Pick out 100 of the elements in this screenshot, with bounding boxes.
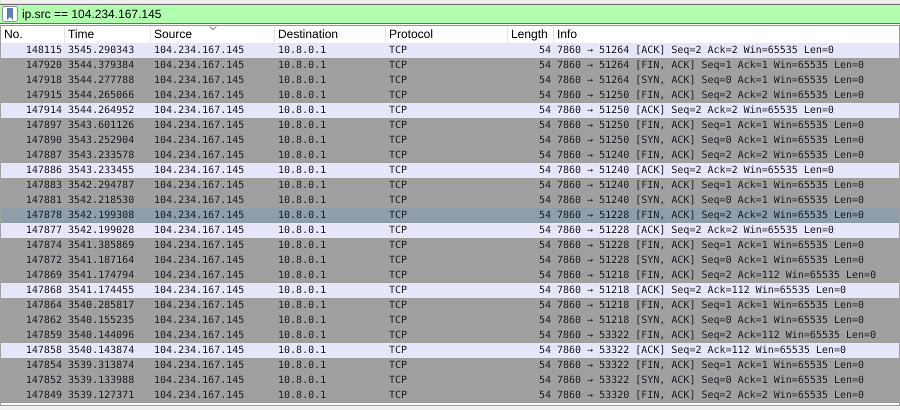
table-cell: TCP xyxy=(389,195,408,206)
packet-row[interactable]: 147874 3541.385869 104.234.167.145 10.8.0.1 TCP 54 7860 → 51228 [FIN, ACK] Seq=1 Ack=1 Win=65535 Len=0 xyxy=(1,238,899,253)
table-cell: 147878 xyxy=(26,210,62,221)
table-cell: 3544.265066 xyxy=(68,90,134,101)
packet-row[interactable]: 147859 3540.144096 104.234.167.145 10.8.0.1 TCP 54 7860 → 53322 [FIN, ACK] Seq=2 Ack=112 Win=65535 Len=0 xyxy=(1,328,899,343)
table-cell: 54 xyxy=(538,165,551,176)
table-cell: 3543.252904 xyxy=(68,135,134,146)
packet-row[interactable]: 147887 3543.233578 104.234.167.145 10.8.0.1 TCP 54 7860 → 51240 [FIN, ACK] Seq=2 Ack=2 Win=65535 Len=0 xyxy=(1,148,899,163)
table-cell: TCP xyxy=(389,105,408,116)
table-cell: TCP xyxy=(389,45,408,56)
table-cell: TCP xyxy=(389,285,408,296)
table-cell: 10.8.0.1 xyxy=(278,195,326,206)
table-cell: 147897 xyxy=(26,120,62,131)
packet-row[interactable]: 147858 3540.143874 104.234.167.145 10.8.0.1 TCP 54 7860 → 53322 [ACK] Seq=2 Ack=112 Win=65535 Len=0 xyxy=(1,343,899,358)
table-cell: 104.234.167.145 xyxy=(154,150,244,161)
table-cell: 10.8.0.1 xyxy=(278,315,326,326)
table-cell: TCP xyxy=(389,390,408,401)
table-cell: 147920 xyxy=(26,60,62,71)
table-cell: 147877 xyxy=(26,225,62,236)
packet-row[interactable]: 147852 3539.133988 104.234.167.145 10.8.0.1 TCP 54 7860 → 53322 [SYN, ACK] Seq=0 Ack=1 Win=65535 Len=0 xyxy=(1,373,899,388)
table-cell: 3545.290343 xyxy=(68,45,134,56)
table-cell: 10.8.0.1 xyxy=(278,150,326,161)
table-cell: 147864 xyxy=(26,300,62,311)
table-cell: 10.8.0.1 xyxy=(278,90,326,101)
table-cell: 7860 → 51228 [ACK] Seq=2 Ack=2 Win=65535 Len=0 xyxy=(557,225,834,236)
packet-row[interactable]: 147862 3540.155235 104.234.167.145 10.8.0.1 TCP 54 7860 → 51218 [SYN, ACK] Seq=0 Ack=1 Win=65535 Len=0 xyxy=(1,313,899,328)
table-cell: 7860 → 51250 [ACK] Seq=2 Ack=2 Win=65535 Len=0 xyxy=(557,105,834,116)
table-cell: 148115 xyxy=(26,45,62,56)
table-cell: 54 xyxy=(538,210,551,221)
packet-row[interactable]: 147918 3544.277788 104.234.167.145 10.8.0.1 TCP 54 7860 → 51264 [SYN, ACK] Seq=0 Ack=1 Win=65535 Len=0 xyxy=(1,73,899,88)
packet-row[interactable]: 147881 3542.218530 104.234.167.145 10.8.0.1 TCP 54 7860 → 51240 [SYN, ACK] Seq=0 Ack=1 Win=65535 Len=0 xyxy=(1,193,899,208)
table-cell: 104.234.167.145 xyxy=(154,105,244,116)
table-cell: 10.8.0.1 xyxy=(278,210,326,221)
table-cell: TCP xyxy=(389,60,408,71)
packet-row[interactable]: 147872 3541.187164 104.234.167.145 10.8.0.1 TCP 54 7860 → 51228 [SYN, ACK] Seq=0 Ack=1 Win=65535 Len=0 xyxy=(1,253,899,268)
table-cell: 7860 → 51218 [FIN, ACK] Seq=2 Ack=112 Win=65535 Len=0 xyxy=(557,270,876,281)
table-cell: 104.234.167.145 xyxy=(154,270,244,281)
packet-row[interactable]: 147915 3544.265066 104.234.167.145 10.8.0.1 TCP 54 7860 → 51250 [FIN, ACK] Seq=2 Ack=2 Win=65535 Len=0 xyxy=(1,88,899,103)
table-cell: 10.8.0.1 xyxy=(278,285,326,296)
table-cell: 104.234.167.145 xyxy=(154,60,244,71)
table-cell: 54 xyxy=(538,225,551,236)
table-cell: TCP xyxy=(389,330,408,341)
table-cell: 7860 → 51240 [ACK] Seq=2 Ack=2 Win=65535 Len=0 xyxy=(557,165,834,176)
packet-row[interactable]: 147897 3543.601126 104.234.167.145 10.8.0.1 TCP 54 7860 → 51250 [FIN, ACK] Seq=1 Ack=1 Win=65535 Len=0 xyxy=(1,118,899,133)
table-cell: TCP xyxy=(389,360,408,371)
packet-row[interactable]: 147878 3542.199308 104.234.167.145 10.8.0.1 TCP 54 7860 → 51228 [FIN, ACK] Seq=2 Ack=2 Win=65535 Len=0 xyxy=(1,208,899,223)
table-cell: TCP xyxy=(389,315,408,326)
bookmark-icon[interactable] xyxy=(2,6,18,22)
table-cell: 3539.133988 xyxy=(68,375,134,386)
table-cell: TCP xyxy=(389,180,408,191)
packet-row[interactable]: 147854 3539.313874 104.234.167.145 10.8.0.1 TCP 54 7860 → 53322 [FIN, ACK] Seq=1 Ack=1 Win=65535 Len=0 xyxy=(1,358,899,373)
table-cell: 147915 xyxy=(26,90,62,101)
table-cell: 7860 → 51228 [FIN, ACK] Seq=1 Ack=1 Win=65535 Len=0 xyxy=(557,240,864,251)
table-cell: 104.234.167.145 xyxy=(154,195,244,206)
table-cell: 3541.174794 xyxy=(68,270,134,281)
table-cell: 104.234.167.145 xyxy=(154,315,244,326)
table-cell: 10.8.0.1 xyxy=(278,270,326,281)
packet-row[interactable]: 147883 3542.294787 104.234.167.145 10.8.0.1 TCP 54 7860 → 51240 [FIN, ACK] Seq=1 Ack=1 Win=65535 Len=0 xyxy=(1,178,899,193)
table-cell: 147890 xyxy=(26,135,62,146)
table-cell: 54 xyxy=(538,60,551,71)
table-cell: 54 xyxy=(538,195,551,206)
table-cell: 104.234.167.145 xyxy=(154,345,244,356)
table-cell: 7860 → 51240 [FIN, ACK] Seq=1 Ack=1 Win=65535 Len=0 xyxy=(557,180,864,191)
packet-row[interactable]: 147920 3544.379384 104.234.167.145 10.8.0.1 TCP 54 7860 → 51264 [FIN, ACK] Seq=1 Ack=1 Win=65535 Len=0 xyxy=(1,58,899,73)
table-cell: 147869 xyxy=(26,270,62,281)
table-cell: 7860 → 53320 [FIN, ACK] Seq=2 Ack=2 Win=65535 Len=0 xyxy=(557,390,864,401)
table-cell: 54 xyxy=(538,255,551,266)
table-cell: 3543.233455 xyxy=(68,165,134,176)
table-cell: 147883 xyxy=(26,180,62,191)
table-cell: 7860 → 53322 [FIN, ACK] Seq=2 Ack=112 Win=65535 Len=0 xyxy=(557,330,876,341)
packet-row[interactable]: 147914 3544.264952 104.234.167.145 10.8.0.1 TCP 54 7860 → 51250 [ACK] Seq=2 Ack=2 Win=65535 Len=0 xyxy=(1,103,899,118)
table-cell: 10.8.0.1 xyxy=(278,255,326,266)
table-cell: 54 xyxy=(538,315,551,326)
packet-row[interactable]: 147886 3543.233455 104.234.167.145 10.8.0.1 TCP 54 7860 → 51240 [ACK] Seq=2 Ack=2 Win=65535 Len=0 xyxy=(1,163,899,178)
table-cell: 10.8.0.1 xyxy=(278,390,326,401)
table-cell: 3541.174455 xyxy=(68,285,134,296)
packet-row[interactable]: 147877 3542.199028 104.234.167.145 10.8.0.1 TCP 54 7860 → 51228 [ACK] Seq=2 Ack=2 Win=65535 Len=0 xyxy=(1,223,899,238)
table-cell: 147849 xyxy=(26,390,62,401)
table-cell: 10.8.0.1 xyxy=(278,45,326,56)
packet-row[interactable]: 147890 3543.252904 104.234.167.145 10.8.0.1 TCP 54 7860 → 51250 [SYN, ACK] Seq=0 Ack=1 Win=65535 Len=0 xyxy=(1,133,899,148)
table-cell: 147862 xyxy=(26,315,62,326)
table-cell: 104.234.167.145 xyxy=(154,75,244,86)
table-cell: TCP xyxy=(389,300,408,311)
table-cell: TCP xyxy=(389,135,408,146)
table-cell: 104.234.167.145 xyxy=(154,120,244,131)
table-cell: 3542.199028 xyxy=(68,225,134,236)
table-cell: 7860 → 51228 [FIN, ACK] Seq=2 Ack=2 Win=65535 Len=0 xyxy=(557,210,864,221)
packet-row[interactable]: 147869 3541.174794 104.234.167.145 10.8.0.1 TCP 54 7860 → 51218 [FIN, ACK] Seq=2 Ack=112 Win=65535 Len=0 xyxy=(1,268,899,283)
packet-row[interactable]: 147849 3539.127371 104.234.167.145 10.8.0.1 TCP 54 7860 → 53320 [FIN, ACK] Seq=2 Ack=2 Win=65535 Len=0 xyxy=(1,388,899,403)
table-cell: 10.8.0.1 xyxy=(278,105,326,116)
packet-row[interactable]: 147864 3540.285817 104.234.167.145 10.8.0.1 TCP 54 7860 → 51218 [FIN, ACK] Seq=1 Ack=1 Win=65535 Len=0 xyxy=(1,298,899,313)
table-cell: 10.8.0.1 xyxy=(278,225,326,236)
table-cell: 147858 xyxy=(26,345,62,356)
table-cell: 7860 → 51240 [FIN, ACK] Seq=2 Ack=2 Win=65535 Len=0 xyxy=(557,150,864,161)
table-cell: 10.8.0.1 xyxy=(278,345,326,356)
packet-row[interactable]: 148115 3545.290343 104.234.167.145 10.8.0.1 TCP 54 7860 → 51264 [ACK] Seq=2 Ack=2 Win=65535 Len=0 xyxy=(1,43,899,58)
table-cell: 7860 → 51250 [FIN, ACK] Seq=2 Ack=2 Win=65535 Len=0 xyxy=(557,90,864,101)
table-cell: 147859 xyxy=(26,330,62,341)
packet-row[interactable]: 147868 3541.174455 104.234.167.145 10.8.0.1 TCP 54 7860 → 51218 [ACK] Seq=2 Ack=112 Win=65535 Len=0 xyxy=(1,283,899,298)
table-cell: TCP xyxy=(389,345,408,356)
